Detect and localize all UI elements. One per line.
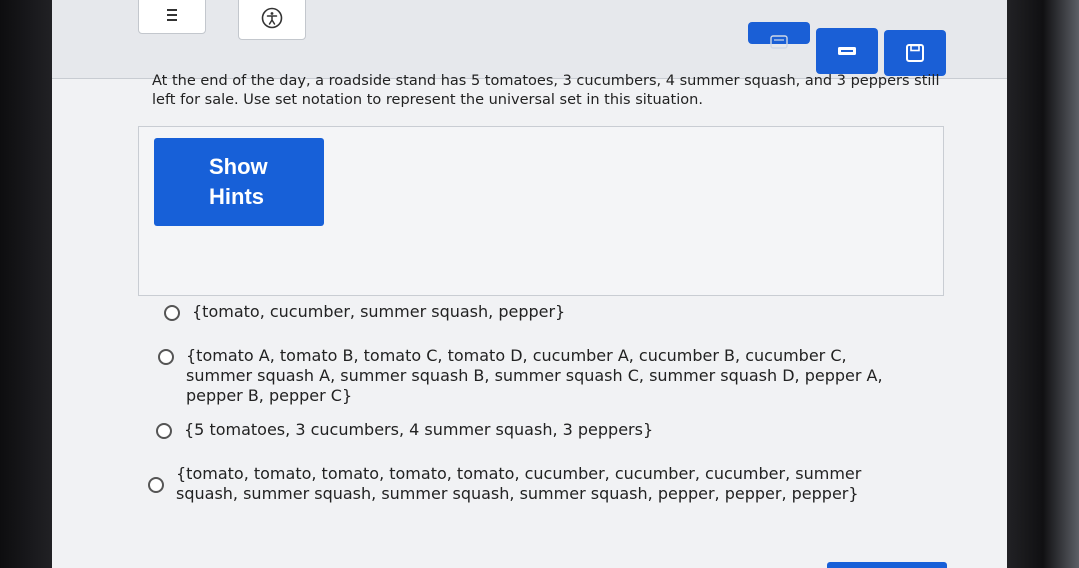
show-hints-button[interactable]: Show Hints — [154, 138, 324, 226]
radio-button[interactable] — [164, 305, 180, 321]
minimize-button[interactable] — [816, 28, 878, 74]
show-hints-label-line2: Hints — [209, 184, 264, 209]
calculator-icon — [770, 35, 788, 49]
accessibility-button[interactable] — [238, 0, 306, 40]
radio-button[interactable] — [158, 349, 174, 365]
toolbar — [52, 0, 1007, 79]
save-button[interactable] — [884, 30, 946, 76]
save-icon — [906, 44, 924, 62]
accessibility-icon — [261, 7, 283, 29]
answer-option-text: {tomato, tomato, tomato, tomato, tomato,… — [176, 464, 862, 503]
calculator-button[interactable] — [748, 22, 810, 49]
question-text: At the end of the day, a roadside stand … — [152, 73, 940, 108]
answer-option-1[interactable]: {tomato, cucumber, summer squash, pepper… — [164, 302, 924, 322]
radio-button[interactable] — [156, 423, 172, 439]
hamburger-icon — [167, 9, 177, 21]
answer-option-3[interactable]: {5 tomatoes, 3 cucumbers, 4 summer squas… — [156, 420, 916, 440]
next-button[interactable] — [827, 562, 947, 568]
answer-option-4[interactable]: {tomato, tomato, tomato, tomato, tomato,… — [148, 464, 908, 504]
screen: At the end of the day, a roadside stand … — [52, 0, 1007, 568]
minus-icon — [838, 47, 856, 55]
answer-option-text: {5 tomatoes, 3 cucumbers, 4 summer squas… — [184, 420, 654, 439]
answer-option-text: {tomato A, tomato B, tomato C, tomato D,… — [186, 346, 883, 405]
answer-option-2[interactable]: {tomato A, tomato B, tomato C, tomato D,… — [158, 346, 908, 406]
radio-button[interactable] — [148, 477, 164, 493]
show-hints-label-line1: Show — [209, 154, 268, 179]
menu-button[interactable] — [138, 0, 206, 34]
answer-option-text: {tomato, cucumber, summer squash, pepper… — [192, 302, 566, 321]
